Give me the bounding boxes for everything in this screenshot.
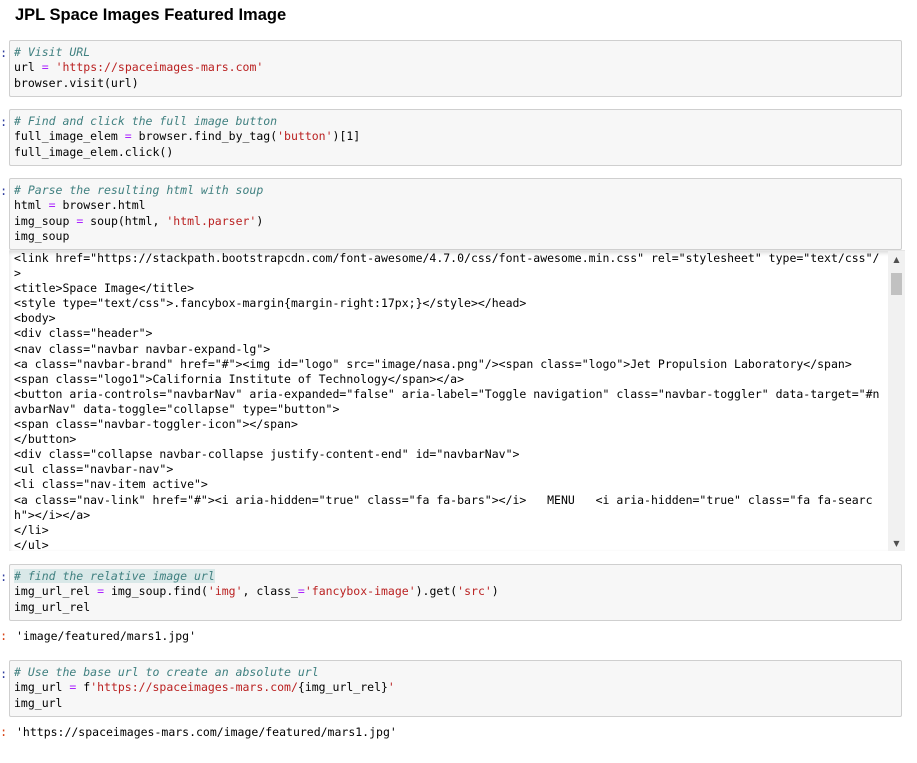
code-token: = <box>48 198 56 213</box>
code-line: full_image_elem.click() <box>14 145 897 160</box>
output-line: </ul> <box>14 537 49 551</box>
code-token: browser.find_by_tag( <box>131 129 278 144</box>
cell-prompt: : <box>0 570 8 584</box>
output-line: <span class="logo1">California Institute… <box>14 371 465 386</box>
output-line: <style type="text/css">.fancybox-margin{… <box>14 296 527 311</box>
code-line: browser.visit(url) <box>14 76 897 91</box>
code-token: browser.html <box>55 198 146 213</box>
code-token: ) <box>491 584 499 599</box>
code-token: 'src' <box>457 584 492 599</box>
code-token: ' <box>387 680 395 695</box>
scrollbar-thumb[interactable] <box>891 273 902 295</box>
code-line: img_url_rel <box>14 600 897 615</box>
output-line: <div class="header"> <box>14 326 153 341</box>
code-token: full_image_elem <box>14 129 125 144</box>
code-line: full_image_elem = browser.find_by_tag('b… <box>14 129 897 144</box>
code-token: = <box>97 584 105 599</box>
code-line: # Use the base url to create an absolute… <box>14 665 897 680</box>
output-line: <link href="https://stackpath.bootstrapc… <box>14 251 880 265</box>
code-token: full_image_elem.click() <box>14 144 174 159</box>
code-token: # Parse the resulting html with soup <box>14 183 264 197</box>
output-line: avbarNav" data-toggle="collapse" type="b… <box>14 401 340 416</box>
code-token: = <box>297 584 305 599</box>
code-line: img_url = f'https://spaceimages-mars.com… <box>14 680 897 695</box>
cell-prompt: : <box>0 667 8 681</box>
code-token: # Visit URL <box>14 45 91 59</box>
code-token: img_url_rel <box>14 599 91 614</box>
code-line: img_url_rel = img_soup.find('img', class… <box>14 584 897 599</box>
output-line: <a class="navbar-brand" href="#"><img id… <box>14 356 852 371</box>
output-line: </li> <box>14 522 49 537</box>
code-token: , class_ <box>242 584 298 599</box>
code-token: {img_url_rel} <box>297 680 388 695</box>
code-line: img_soup = soup(html, 'html.parser') <box>14 214 897 229</box>
code-token: img_soup.find( <box>104 584 208 599</box>
soup-output-text: <link href="https://stackpath.bootstrapc… <box>14 251 884 551</box>
code-token: html <box>14 198 49 213</box>
code-token: soup(html, <box>83 213 167 228</box>
code-line: url = 'https://spaceimages-mars.com' <box>14 60 897 75</box>
code-line: # Visit URL <box>14 45 897 60</box>
code-line: html = browser.html <box>14 198 897 213</box>
output-line: <a class="nav-link" href="#"><i aria-hid… <box>14 492 873 507</box>
code-cell-absolute-url[interactable]: # Use the base url to create an absolute… <box>9 660 902 717</box>
vertical-scrollbar[interactable]: ▲ ▼ <box>888 251 905 551</box>
code-token: = <box>41 60 49 75</box>
code-token: img_soup <box>14 228 70 243</box>
output-line: <button aria-controls="navbarNav" aria-e… <box>14 386 880 401</box>
soup-output-area[interactable]: <link href="https://stackpath.bootstrapc… <box>9 250 905 551</box>
code-token: img_url_rel <box>14 584 98 599</box>
code-token: 'https://spaceimages-mars.com/ <box>90 680 298 695</box>
code-cell-click-button[interactable]: # Find and click the full image button fu… <box>9 109 902 166</box>
code-cell-relative-url[interactable]: # find the relative image url img_url_rel… <box>9 564 902 621</box>
down-arrow-icon[interactable]: ▼ <box>888 535 905 551</box>
code-line: # find the relative image url <box>14 569 897 584</box>
code-cell-visit-url[interactable]: # Visit URL url = 'https://spaceimages-ma… <box>9 40 902 97</box>
code-token: 'img' <box>207 584 243 599</box>
code-token: 'button' <box>277 129 333 144</box>
code-token: ).get( <box>415 584 458 599</box>
code-line: # Find and click the full image button <box>14 114 897 129</box>
output-line: <title>Space Image</title> <box>14 281 195 296</box>
code-token: img_url <box>14 695 63 710</box>
output-img-url-rel: 'image/featured/mars1.jpg' <box>16 629 197 643</box>
output-line: h"></i></a> <box>14 507 91 522</box>
code-token: url <box>14 60 42 75</box>
cell-prompt: : <box>0 184 8 198</box>
up-arrow-icon[interactable]: ▲ <box>888 251 905 267</box>
code-token: = <box>124 129 132 144</box>
code-line: # Parse the resulting html with soup <box>14 183 897 198</box>
code-token: 'html.parser' <box>166 213 257 228</box>
cell-prompt: : <box>0 46 8 60</box>
code-cell-parse-soup[interactable]: # Parse the resulting html with soup html… <box>9 178 902 250</box>
output-line: </button> <box>14 432 77 447</box>
output-prompt: : <box>0 725 8 739</box>
code-token: img_soup <box>14 213 77 228</box>
code-token: 'fancybox-image' <box>304 584 416 599</box>
output-line: <div class="collapse navbar-collapse jus… <box>14 447 520 462</box>
code-token: f <box>76 680 91 695</box>
code-token: ) <box>256 213 264 228</box>
notebook-heading: JPL Space Images Featured Image <box>15 6 287 24</box>
output-line: <li class="nav-item active"> <box>14 477 208 492</box>
output-prompt: : <box>0 629 8 643</box>
code-token: 'https://spaceimages-mars.com' <box>55 60 264 75</box>
output-line: > <box>14 266 21 281</box>
code-line: img_soup <box>14 229 897 244</box>
code-token: # Find and click the full image button <box>14 114 278 128</box>
code-token: browser.visit(url) <box>14 75 139 90</box>
code-token: img_url <box>14 680 70 695</box>
output-line: <ul class="navbar-nav"> <box>14 462 174 477</box>
output-line: <body> <box>14 311 56 326</box>
output-line: <nav class="navbar navbar-expand-lg"> <box>14 341 271 356</box>
code-token: # find the relative image url <box>14 569 215 583</box>
code-token: )[1] <box>332 129 361 144</box>
cell-prompt: : <box>0 115 8 129</box>
code-token: # Use the base url to create an absolute… <box>14 665 319 679</box>
code-line: img_url <box>14 696 897 711</box>
output-line: <span class="navbar-toggler-icon"></span… <box>14 417 298 432</box>
output-img-url: 'https://spaceimages-mars.com/image/feat… <box>16 725 397 739</box>
